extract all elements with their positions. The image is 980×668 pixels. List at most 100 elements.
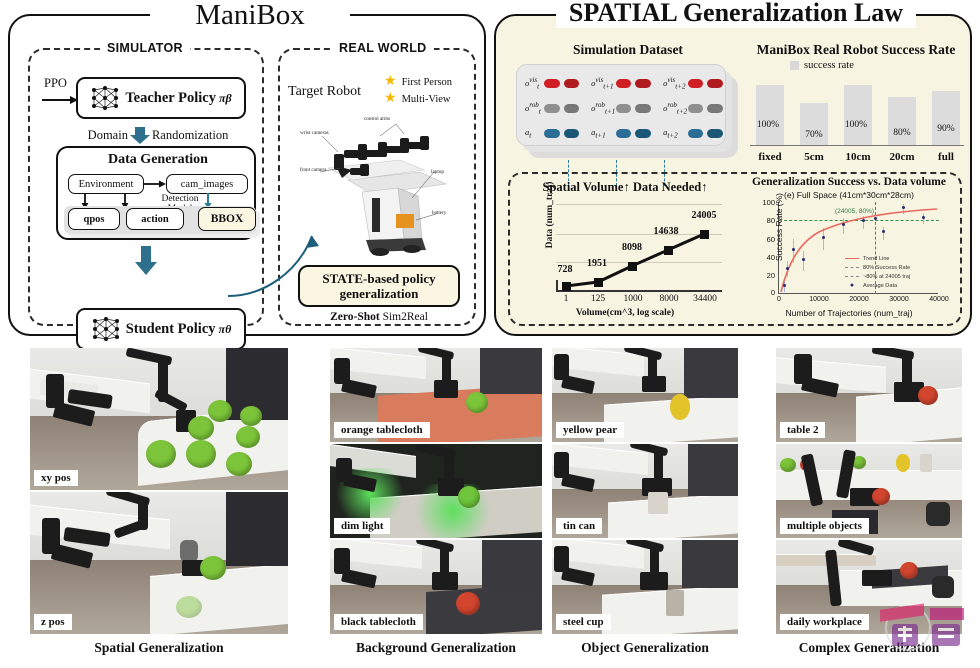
green-apple (146, 440, 176, 468)
chartB-point (842, 223, 845, 226)
cam-images-box: cam_images (166, 174, 248, 194)
background-equipment (684, 348, 738, 398)
robot-annotation-wrist-cameras: wrist cameras (300, 130, 329, 136)
token-pill (687, 103, 704, 113)
photo-dim-light: dim light (330, 444, 542, 538)
generalization-success-chart: Generalization Success vs. Data volume (… (738, 176, 960, 326)
bar-category-10cm: 10cm (845, 151, 871, 163)
photo-caption: daily workplace (780, 614, 869, 630)
bar-category-fixed: fixed (758, 151, 782, 163)
background-equipment (682, 540, 738, 588)
chartB-point (802, 258, 805, 261)
green-apple (458, 486, 480, 508)
teacher-policy-box: Teacher Policy πβ (76, 77, 246, 119)
chartB-legend-label-80pct: 80% Success Rate (863, 264, 911, 271)
watermark-logo (880, 603, 964, 651)
chartB-ytick-40: 40 (766, 253, 775, 262)
chartB-legend-label-trend: Trend Line (863, 255, 890, 262)
student-policy-symbol: πθ (218, 321, 232, 336)
photo-column-object: yellow pear tin can steel cup Object Gen… (552, 348, 738, 655)
token-pill (615, 128, 632, 138)
chartB-legend-label-avg: Average Data (863, 282, 898, 289)
camera-mount (932, 576, 954, 598)
gripper (434, 380, 458, 398)
robot-arm-segment (650, 546, 659, 574)
red-apple (918, 386, 938, 405)
bar-10cm (844, 85, 872, 145)
token-pill (687, 128, 704, 138)
photo-orange-tablecloth: orange tablecloth (330, 348, 542, 442)
legend-label-success-rate: success rate (804, 60, 854, 71)
photo-yellow-pear: yellow pear (552, 348, 738, 442)
chartB-point (786, 267, 789, 270)
legend-dash-icon (845, 267, 859, 268)
photo-caption: z pos (34, 614, 72, 630)
token-label-orob-t1: orobt+1 (591, 100, 616, 116)
background-equipment (480, 348, 542, 394)
token-pill (687, 78, 704, 88)
robot-annotation-battery: battery (432, 210, 447, 216)
green-apple (466, 392, 488, 413)
zero-shot-caption: Zero-Shot Sim2Real (280, 311, 478, 323)
token-label-ovis-t2: ovist+2 (663, 75, 686, 91)
chartA-label-2: 1951 (587, 258, 607, 269)
green-apple (236, 426, 260, 448)
token-row-action: at at+1 at+2 (517, 121, 727, 145)
chartB-legend: Trend Line 80% Success Rate ~80% at 2400… (845, 254, 937, 290)
chartB-ytick-60: 60 (766, 235, 775, 244)
bar-value-fixed: 100% (756, 120, 780, 130)
neural-network-icon (92, 317, 119, 341)
gripper (862, 570, 892, 586)
scene (30, 492, 288, 634)
green-apple (226, 452, 252, 476)
neural-network-icon (92, 86, 119, 110)
photo-column-complex: table 2 multiple objects daily workplace… (776, 348, 962, 655)
photo-tin-can: tin can (552, 444, 738, 538)
pear-object (896, 454, 910, 472)
photo-caption: xy pos (34, 470, 78, 486)
star-icon: ★ (384, 74, 397, 89)
column-title-object: Object Generalization (581, 640, 709, 655)
chartA-label-4: 14638 (653, 226, 679, 237)
manibox-panel: ManiBox SIMULATOR PPO Teacher Policy πβ … (8, 0, 486, 350)
bar-chart-title: ManiBox Real Robot Success Rate (756, 42, 956, 57)
chartA-point-5 (700, 230, 709, 239)
chartB-annotation: (24005, 80%) (835, 208, 875, 215)
chartA-plot: Data (num_traj) 728 1951 8098 14638 2400… (545, 182, 722, 304)
token-pill (707, 103, 723, 113)
student-policy-label: Student Policy (125, 320, 216, 337)
token-pill (563, 103, 580, 113)
simulation-dataset-title: Simulation Dataset (573, 42, 683, 57)
chartA-xtick-3: 1000 (623, 294, 643, 304)
chartB-ytick-80: 80 (766, 216, 775, 225)
success-rate-bar-chart: success rate 100% 70% 100% 80% 90% fixed… (746, 60, 968, 165)
green-apple (240, 406, 262, 426)
chartB-point (792, 248, 795, 251)
robot-annotation-front-camera: front camera (300, 167, 327, 173)
chartA-label-3: 8098 (622, 242, 642, 253)
star-icon: ★ (384, 91, 397, 106)
photo-caption: yellow pear (556, 422, 625, 438)
red-apple (900, 562, 918, 579)
token-label-a-t1: at+1 (591, 126, 606, 140)
chartA-point-2 (594, 278, 603, 287)
photo-column-background: orange tablecloth dim light black tablec… (330, 348, 542, 655)
robot-annotation-control-arms: control arms (364, 116, 391, 122)
legend-swatch-success-rate (790, 61, 799, 70)
photo-column-spatial: xy pos z pos Spatial Generalization (30, 348, 288, 655)
token-pill (543, 128, 560, 138)
zero-shot-bold: Zero-Shot (330, 311, 380, 323)
token-pill (615, 103, 632, 113)
spatial-generalization-panel: SPATIAL Generalization Law Simulation Da… (494, 0, 972, 336)
gripper (642, 376, 666, 392)
photo-z-pos: z pos (30, 492, 288, 634)
bar-full (932, 91, 960, 145)
photo-multiple-objects: multiple objects (776, 444, 962, 538)
domain-randomization-row: Domain Randomization (58, 124, 258, 146)
chartB-legend-label-24005: ~80% at 24005 traj (863, 273, 911, 280)
top-diagram-row: ManiBox SIMULATOR PPO Teacher Policy πβ … (0, 0, 980, 350)
chartA-xtick-2: 125 (590, 294, 606, 304)
token-pill (543, 103, 560, 113)
spatial-volume-data-chart: Spatial Volume↑ Data Needed↑ Data (num_t… (516, 178, 734, 324)
green-apple (200, 556, 226, 580)
